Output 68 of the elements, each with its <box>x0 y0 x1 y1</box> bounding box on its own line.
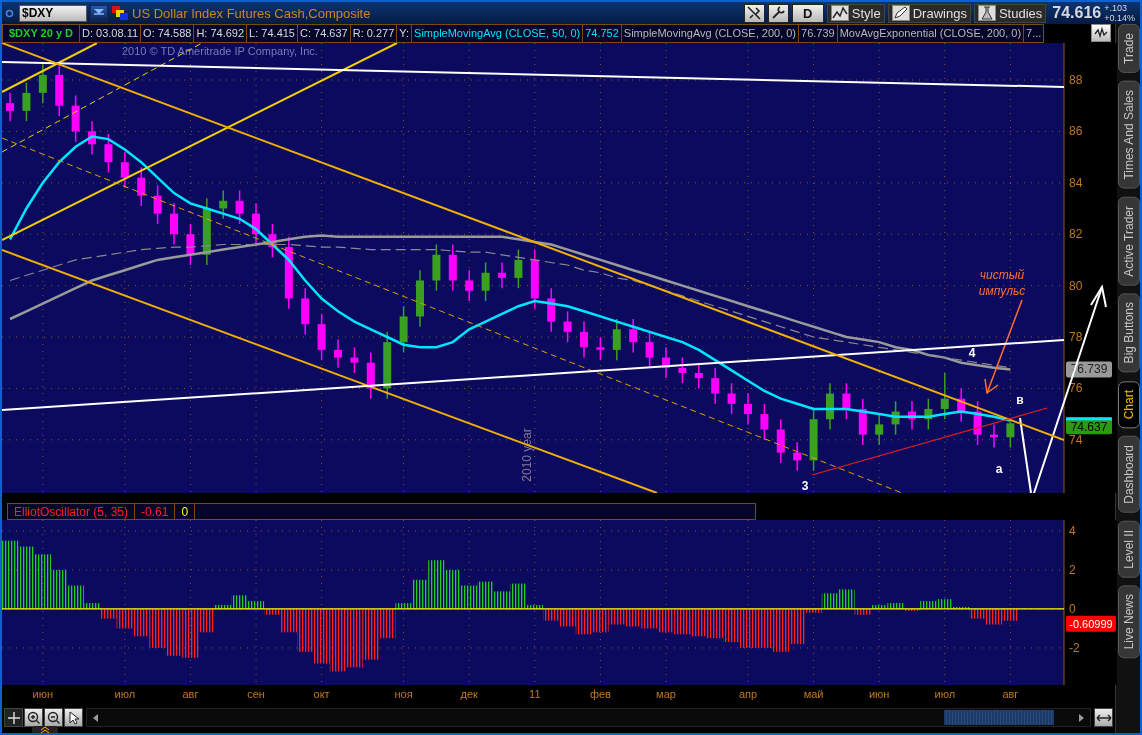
axis-label: 78 <box>1069 330 1083 344</box>
studies-button[interactable]: Studies <box>973 3 1047 23</box>
axis-label: сен <box>247 688 265 700</box>
info-cell: Y: <box>396 24 413 43</box>
info-cell: O: 74.588 <box>140 24 195 43</box>
copyright-text: 2010 © TD Ameritrade IP Company, Inc. <box>122 45 318 57</box>
info-cell: R: 0.277 <box>349 24 398 43</box>
axis-label: мар <box>656 688 676 700</box>
wave-label: 4 <box>968 346 976 360</box>
axis-label: 84 <box>1069 175 1083 190</box>
study-label: -0.61 <box>134 503 176 520</box>
wave-label: a <box>995 462 1003 476</box>
symbol-field[interactable]: $DXY <box>19 4 87 22</box>
axis-label: июл <box>114 688 136 700</box>
side-tab[interactable]: Dashboard <box>1118 435 1140 513</box>
info-cell: L: 74.415 <box>246 24 298 43</box>
side-tab[interactable]: Times And Sales <box>1118 80 1140 189</box>
side-tab[interactable]: Active Trader <box>1118 196 1140 286</box>
info-cell: MovAvgExponential (CLOSE, 200, 0) <box>836 24 1025 43</box>
info-cell: 74.752 <box>582 24 622 43</box>
info-cell: 7... <box>1023 24 1045 43</box>
period-button[interactable]: D <box>791 3 824 23</box>
axis-label: фев <box>589 688 611 700</box>
last-price: 74.616 <box>1052 4 1102 22</box>
side-tab[interactable]: Big Buttons <box>1118 293 1140 373</box>
side-tab[interactable]: Trade <box>1118 24 1140 73</box>
axis-label: авг <box>1002 688 1019 700</box>
wave-label: в <box>1016 393 1024 407</box>
info-cell: $DXY 20 y D <box>2 24 80 43</box>
axis-label: 0 <box>1069 601 1076 616</box>
axis-label: июл <box>934 688 956 700</box>
side-tab[interactable]: Chart <box>1118 380 1140 428</box>
info-cell: D: 03.08.11 <box>79 24 142 43</box>
info-cell: C: 74.637 <box>297 24 351 43</box>
axis-label: 4 <box>1069 523 1076 538</box>
axis-label: авг <box>182 688 199 700</box>
axis-label: окт <box>313 688 330 700</box>
price-label: 74.637 <box>1066 417 1112 435</box>
axis-label: апр <box>738 688 758 700</box>
info-cell: 76.739 <box>798 24 838 43</box>
annotation-text: чистый импульс <box>978 268 1026 298</box>
side-tab[interactable]: Level II <box>1118 520 1140 578</box>
axis-label: 80 <box>1069 278 1083 293</box>
axis-label: 88 <box>1069 73 1083 87</box>
info-cell: SimpleMovingAvg (CLOSE, 50, 0) <box>411 24 584 43</box>
axis-label: май <box>803 688 824 700</box>
axis-label: 74 <box>1069 432 1083 447</box>
window-title: US Dollar Index Futures Cash,Composite <box>132 5 371 21</box>
axis-label: 86 <box>1069 124 1083 139</box>
style-button[interactable]: Style <box>826 3 885 23</box>
study-label: ElliotOscillator (5, 35) <box>7 503 136 520</box>
axis-label: июн <box>32 688 54 700</box>
price-change: +.103 <box>1104 3 1128 13</box>
percent-change: +0.14% <box>1104 13 1135 23</box>
study-label: 0 <box>174 503 196 520</box>
side-tab[interactable]: Live News <box>1118 585 1140 659</box>
axis-label: 2 <box>1069 562 1076 577</box>
axis-label: 76 <box>1069 381 1083 396</box>
wave-label: 3 <box>801 479 809 493</box>
axis-label: 82 <box>1069 227 1083 242</box>
axis-label: дек <box>460 688 478 700</box>
info-cell: H: 74.692 <box>193 24 248 43</box>
info-cell: SimpleMovingAvg (CLOSE, 200, 0) <box>620 24 800 43</box>
drawings-button[interactable]: Drawings <box>887 3 971 23</box>
axis-label: -2 <box>1069 640 1080 655</box>
axis-label: июн <box>868 688 890 700</box>
axis-label: 11 <box>529 688 541 700</box>
axis-label: ноя <box>394 688 413 700</box>
